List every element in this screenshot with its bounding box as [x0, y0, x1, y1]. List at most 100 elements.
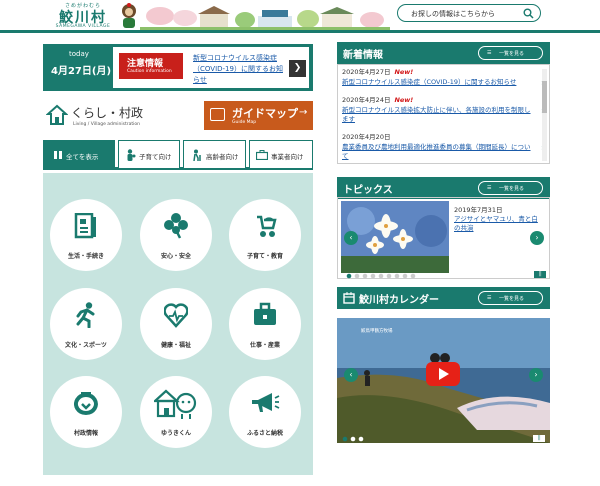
new-badge: New! — [394, 96, 414, 104]
tab-label: 全てを表示 — [66, 153, 99, 161]
category-yuukikun[interactable]: ゆうきくん — [140, 376, 212, 448]
category-label: 文化・スポーツ — [65, 342, 107, 349]
mascot-icon — [122, 3, 136, 28]
today-panel: today 4月27日(月) 注意情報 Caution information … — [43, 44, 313, 91]
category-village-info[interactable]: 村政情報 — [50, 376, 122, 448]
logo-english: SAMEGAWA VILLAGE — [55, 24, 111, 29]
topics-more-button[interactable]: ☰ 一覧を見る — [478, 181, 543, 195]
video-carousel-dots[interactable] — [342, 436, 366, 442]
calendar-icon — [343, 292, 355, 304]
list-item[interactable]: 2020年4月24日 New! 新型コロナウイルス感染拡大防止に伴い、各施設の利用… — [342, 96, 544, 125]
category-label: 仕事・産業 — [249, 342, 280, 349]
news-scrollbar[interactable] — [542, 69, 547, 161]
search-input[interactable]: お探しの情報はこちらから — [397, 4, 541, 22]
list-icon: ☰ — [487, 50, 492, 56]
map-icon — [210, 108, 225, 121]
category-childcare[interactable]: 子育て・教育 — [229, 199, 301, 271]
today-label: today — [69, 50, 89, 58]
list-item[interactable]: 2020年4月27日 New! 新型コロナウイルス感染症（COVID-19）に関す… — [342, 68, 544, 88]
audience-tabs: 全てを表示 子育て向け 高齢者向け 事業者向け — [43, 140, 313, 170]
list-icon: ☰ — [487, 185, 492, 191]
video-next-button[interactable]: › — [529, 368, 543, 382]
caution-news-link[interactable]: 新型コロナウイルス感染症（COVID-19）に関するお知らせ — [193, 53, 285, 86]
site-header: さめがわむら 鮫川村 SAMEGAWA VILLAGE お探しの情報はこちらから — [0, 0, 600, 33]
play-video-button[interactable] — [426, 362, 460, 386]
kurashi-english: Living / Village administration — [73, 122, 140, 127]
category-label: 村政情報 — [73, 430, 98, 437]
carousel-dots[interactable] — [346, 273, 446, 279]
news-date: 2020年4月27日 — [342, 68, 391, 76]
category-label: ふるさと納税 — [246, 430, 283, 437]
news-section-title: 新着情報 — [343, 50, 383, 61]
arrow-right-icon: → — [299, 107, 308, 118]
news-more-button[interactable]: ☰ 一覧を見る — [478, 46, 543, 60]
news-list: 2020年4月27日 New! 新型コロナウイルス感染症（COVID-19）に関す… — [337, 64, 550, 164]
topics-section-header: トピックス ☰ 一覧を見る — [337, 177, 550, 199]
video-caption: 鮫鳥甲鶴方牧場 — [361, 329, 393, 334]
village-emblem-icon — [74, 392, 98, 415]
category-work[interactable]: 仕事・産業 — [229, 288, 301, 360]
kurashi-title: くらし・村政 — [71, 106, 144, 120]
topics-carousel: ‹ 2019年7月31日 アジサイとヤマユリ、青と白の共演 › || — [337, 197, 550, 279]
category-label: 安心・安全 — [160, 253, 191, 260]
tab-elderly[interactable]: 高齢者向け — [183, 140, 246, 168]
scrollbar-thumb[interactable] — [542, 81, 547, 113]
parent-child-icon — [127, 149, 136, 161]
category-label: 健康・福祉 — [160, 342, 191, 349]
heart-icon — [164, 303, 188, 328]
category-panel: 生活・手続き 安心・安全 子育て・教育 文化・スポーツ 健康・福祉 仕事・産業 … — [43, 173, 313, 475]
caution-badge: 注意情報 Caution information — [119, 53, 183, 79]
grid-icon — [54, 151, 62, 159]
stroller-icon — [257, 215, 277, 237]
briefcase-icon — [254, 302, 276, 325]
calendar-section-header: 鮫川村カレンダー ☰ 一覧を見る — [337, 287, 550, 309]
more-label: 一覧を見る — [499, 296, 525, 302]
village-scenery-illustration — [140, 2, 390, 30]
caution-english: Caution information — [127, 69, 172, 74]
video-prev-button[interactable]: ‹ — [344, 368, 358, 382]
carousel-prev-button[interactable]: ‹ — [344, 231, 358, 245]
village-logo[interactable]: さめがわむら 鮫川村 SAMEGAWA VILLAGE — [52, 2, 114, 30]
news-section-header: 新着情報 ☰ 一覧を見る — [337, 42, 550, 64]
category-label: ゆうきくん — [160, 430, 191, 437]
list-item[interactable]: 2020年4月20日 農業委員及び農地利用最適化推進委員の募集（期間延長）につい… — [342, 133, 544, 162]
pause-button[interactable]: || — [533, 435, 545, 442]
news-link[interactable]: 農業委員及び農地利用最適化推進委員の募集（期間延長）について — [342, 143, 532, 162]
kurashi-heading: くらし・村政 Living / Village administration — [43, 101, 203, 131]
guide-map-button[interactable]: ガイドマップ Guide Map → — [204, 101, 313, 130]
carousel-next-button[interactable]: › — [530, 231, 544, 245]
more-label: 一覧を見る — [499, 51, 525, 57]
tab-label: 事業者向け — [271, 153, 304, 161]
category-furusato-tax[interactable]: ふるさと納税 — [229, 376, 301, 448]
category-culture[interactable]: 文化・スポーツ — [50, 288, 122, 360]
more-label: 一覧を見る — [499, 186, 525, 192]
search-icon[interactable] — [523, 8, 534, 19]
calendar-section-title: 鮫川村カレンダー — [359, 295, 439, 306]
briefcase-icon — [256, 150, 268, 160]
list-icon: ☰ — [487, 295, 492, 301]
elderly-icon — [193, 149, 201, 161]
pause-button[interactable]: || — [534, 271, 546, 278]
news-link[interactable]: 新型コロナウイルス感染拡大防止に伴い、各施設の利用を制限します — [342, 106, 532, 125]
calendar-more-button[interactable]: ☰ 一覧を見る — [478, 291, 543, 305]
megaphone-icon — [252, 393, 280, 412]
category-living[interactable]: 生活・手続き — [50, 199, 122, 271]
chevron-right-icon[interactable]: ❯ — [289, 60, 306, 77]
topics-section-title: トピックス — [343, 185, 393, 196]
category-health[interactable]: 健康・福祉 — [140, 288, 212, 360]
calendar-video[interactable]: 鮫鳥甲鶴方牧場 ‹ › || — [337, 318, 550, 443]
category-label: 生活・手続き — [67, 253, 104, 260]
tab-label: 子育て向け — [139, 153, 172, 161]
caution-box: 注意情報 Caution information 新型コロナウイルス感染症（CO… — [113, 47, 309, 88]
category-safety[interactable]: 安心・安全 — [140, 199, 212, 271]
house-icon — [154, 389, 197, 419]
topic-link[interactable]: アジサイとヤマユリ、青と白の共演 — [454, 215, 538, 233]
tab-all[interactable]: 全てを表示 — [43, 140, 115, 168]
tab-business[interactable]: 事業者向け — [249, 140, 313, 168]
guide-map-title: ガイドマップ — [232, 107, 298, 120]
tab-label: 高齢者向け — [206, 153, 239, 161]
clover-icon — [164, 213, 188, 239]
tab-childcare[interactable]: 子育て向け — [118, 140, 180, 168]
play-icon — [439, 368, 449, 380]
news-link[interactable]: 新型コロナウイルス感染症（COVID-19）に関するお知らせ — [342, 78, 532, 88]
